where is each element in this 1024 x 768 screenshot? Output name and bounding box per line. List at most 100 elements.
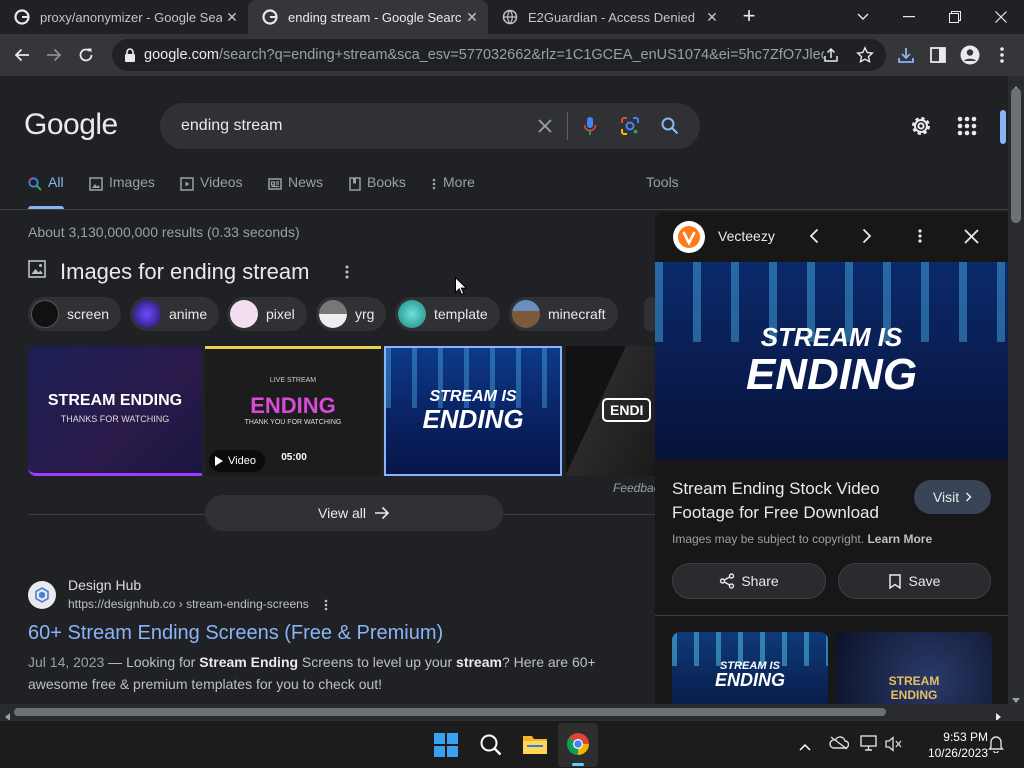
chip-template[interactable]: template: [395, 297, 500, 331]
close-window-button[interactable]: [978, 0, 1024, 34]
sign-in-button[interactable]: [1000, 110, 1006, 144]
tab-videos[interactable]: Videos: [180, 174, 243, 210]
close-tab-icon[interactable]: ✕: [702, 9, 722, 26]
snippet-text: Screens to level up your: [298, 654, 457, 670]
clock-date: 10/26/2023: [927, 746, 988, 760]
chevron-up-icon[interactable]: [799, 738, 811, 756]
menu-kebab-icon[interactable]: [988, 41, 1016, 69]
system-clock[interactable]: 9:53 PM 10/26/2023: [912, 729, 988, 761]
share-icon[interactable]: [822, 46, 840, 69]
back-button[interactable]: [8, 41, 36, 69]
view-all-button[interactable]: View all: [205, 495, 503, 531]
visit-button[interactable]: Visit: [914, 480, 991, 514]
vecteezy-logo-icon[interactable]: [673, 221, 705, 253]
tab-all[interactable]: All: [28, 174, 64, 210]
search-box[interactable]: ending stream: [160, 103, 700, 149]
restore-button[interactable]: [932, 0, 978, 34]
previous-image-icon[interactable]: [809, 228, 819, 249]
vertical-scroll-thumb[interactable]: [1011, 88, 1021, 223]
lock-icon[interactable]: [122, 48, 138, 62]
chip-anime[interactable]: anime: [130, 297, 220, 331]
result-title-link[interactable]: 60+ Stream Ending Screens (Free & Premiu…: [28, 622, 443, 645]
minimize-button[interactable]: [886, 0, 932, 34]
clear-icon[interactable]: [525, 103, 565, 149]
learn-more-link[interactable]: Learn More: [867, 532, 932, 546]
divider: [655, 615, 1008, 616]
google-logo[interactable]: Google: [24, 108, 118, 142]
tab-search-icon[interactable]: [840, 0, 886, 34]
image-result-selected[interactable]: STREAM IS ENDING: [384, 346, 562, 476]
save-button[interactable]: Save: [838, 563, 991, 599]
result-url[interactable]: https://designhub.co › stream-ending-scr…: [68, 597, 309, 611]
chip-label: pixel: [266, 306, 295, 322]
preview-title[interactable]: Stream Ending Stock Video Footage for Fr…: [672, 477, 907, 525]
result-stats: About 3,130,000,000 results (0.33 second…: [28, 224, 300, 240]
related-image[interactable]: STREAM IS ENDING: [672, 632, 828, 704]
tools-button[interactable]: Tools: [646, 174, 679, 210]
microphone-icon[interactable]: [570, 103, 610, 149]
search-input[interactable]: ending stream: [181, 117, 525, 135]
share-icon: [720, 573, 735, 589]
site-favicon[interactable]: [28, 581, 56, 609]
chip-label: yrg: [355, 306, 375, 322]
tab-e2guardian[interactable]: E2Guardian - Access Denied ✕: [488, 0, 728, 34]
chip-screen[interactable]: screen: [28, 297, 122, 331]
close-tab-icon[interactable]: ✕: [462, 9, 482, 26]
reload-button[interactable]: [72, 41, 100, 69]
windows-start-icon[interactable]: [434, 733, 458, 762]
chrome-taskbar-button[interactable]: [558, 723, 598, 767]
taskbar-search-icon[interactable]: [479, 733, 503, 762]
share-button[interactable]: Share: [672, 563, 826, 599]
google-apps-icon[interactable]: [954, 113, 980, 144]
close-tab-icon[interactable]: ✕: [222, 9, 242, 26]
more-vertical-icon[interactable]: [917, 228, 923, 249]
file-explorer-icon[interactable]: [522, 733, 548, 760]
snippet-highlight: Stream Ending: [199, 654, 299, 670]
close-panel-icon[interactable]: [964, 229, 979, 249]
result-site-name[interactable]: Design Hub: [68, 577, 141, 593]
chip-yrg[interactable]: yrg: [316, 297, 387, 331]
more-vertical-icon[interactable]: [323, 598, 329, 617]
horizontal-scroll-thumb[interactable]: [14, 708, 886, 716]
download-icon[interactable]: [892, 41, 920, 69]
url-text[interactable]: google.com/search?q=ending+stream&sca_es…: [144, 47, 824, 63]
image-result[interactable]: ENDI: [566, 346, 655, 476]
chip-pixel[interactable]: pixel: [227, 297, 307, 331]
share-label: Share: [741, 573, 779, 589]
chip-minecraft[interactable]: minecraft: [509, 297, 618, 331]
volume-muted-icon[interactable]: [885, 736, 903, 757]
more-vertical-icon[interactable]: [344, 264, 350, 285]
new-tab-button[interactable]: +: [737, 5, 761, 29]
network-icon[interactable]: [860, 735, 880, 756]
source-name[interactable]: Vecteezy: [718, 228, 775, 244]
images-section-title[interactable]: Images for ending stream: [60, 259, 309, 285]
bookmark-star-icon[interactable]: [856, 46, 874, 69]
tab-ending-stream[interactable]: ending stream - Google Search ✕: [248, 0, 488, 34]
forward-button[interactable]: [40, 41, 68, 69]
onedrive-offline-icon[interactable]: [829, 735, 850, 756]
tab-more[interactable]: More: [431, 174, 475, 210]
address-bar[interactable]: google.com/search?q=ending+stream&sca_es…: [112, 39, 886, 71]
image-text: LIVE STREAM: [269, 377, 317, 384]
image-result[interactable]: LIVE STREAM ENDING THANK YOU FOR WATCHIN…: [205, 346, 381, 476]
globe-icon: [502, 9, 518, 25]
related-image[interactable]: STREAM ENDING: [836, 632, 992, 704]
image-text: ENDING: [250, 393, 336, 418]
search-icon[interactable]: [650, 103, 690, 149]
side-panel-icon[interactable]: [924, 41, 952, 69]
tab-images[interactable]: Images: [89, 174, 155, 210]
tab-news[interactable]: News: [268, 174, 323, 210]
notification-bell-icon[interactable]: [988, 735, 1004, 758]
tab-proxy-anonymizer[interactable]: proxy/anonymizer - Google Search ✕: [0, 0, 248, 34]
result-snippet: Jul 14, 2023 — Looking for Stream Ending…: [28, 654, 596, 692]
settings-gear-icon[interactable]: [908, 113, 934, 144]
lens-camera-icon[interactable]: [610, 103, 650, 149]
next-image-icon[interactable]: [862, 228, 872, 249]
tab-books[interactable]: Books: [349, 174, 406, 210]
preview-image[interactable]: STREAM IS ENDING: [655, 262, 1008, 459]
profile-icon[interactable]: [956, 41, 984, 69]
chip-label: minecraft: [548, 306, 606, 322]
image-result[interactable]: STREAM ENDING THANKS FOR WATCHING: [28, 346, 202, 476]
chip-label: anime: [169, 306, 208, 322]
tab-strip: proxy/anonymizer - Google Search ✕ endin…: [0, 0, 1024, 34]
